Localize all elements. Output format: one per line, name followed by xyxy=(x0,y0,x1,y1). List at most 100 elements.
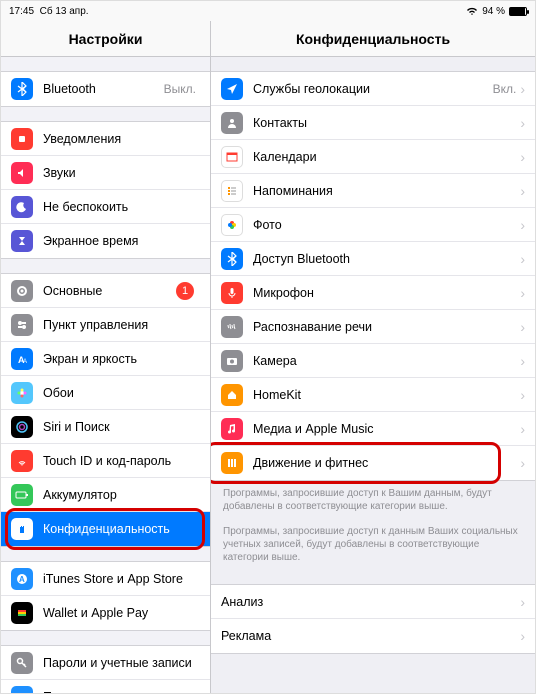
battery-icon xyxy=(11,484,33,506)
hand-icon xyxy=(11,518,33,540)
sidebar-item-battery[interactable]: Аккумулятор xyxy=(1,478,210,512)
wallet-icon xyxy=(11,602,33,624)
location-icon xyxy=(221,78,243,100)
row-label: iTunes Store и App Store xyxy=(43,572,200,586)
privacy-item-camera[interactable]: Камера › xyxy=(211,344,535,378)
bluetooth-icon xyxy=(11,78,33,100)
chevron-icon: › xyxy=(520,319,525,335)
row-label: Обои xyxy=(43,386,200,400)
row-label: Основные xyxy=(43,284,176,298)
chevron-icon: › xyxy=(520,115,525,131)
reminders-icon xyxy=(221,180,243,202)
row-label: Экран и яркость xyxy=(43,352,200,366)
bluetooth-icon xyxy=(221,248,243,270)
sidebar-item-general[interactable]: Основные 1 xyxy=(1,274,210,308)
privacy-item-homekit[interactable]: HomeKit › xyxy=(211,378,535,412)
row-label: Анализ xyxy=(221,595,520,609)
chevron-icon: › xyxy=(520,217,525,233)
battery-percent: 94 % xyxy=(482,6,505,17)
sidebar-item-siri[interactable]: Siri и Поиск xyxy=(1,410,210,444)
status-time: 17:45 xyxy=(9,6,34,17)
privacy-item-advertising[interactable]: Реклама › xyxy=(211,619,535,653)
row-label: Камера xyxy=(253,354,520,368)
camera-icon xyxy=(221,350,243,372)
sidebar-item-touchid[interactable]: Touch ID и код-пароль xyxy=(1,444,210,478)
row-label: Фото xyxy=(253,218,520,232)
chevron-icon: › xyxy=(520,387,525,403)
sidebar-item-dnd[interactable]: Не беспокоить xyxy=(1,190,210,224)
row-label: Пароли и учетные записи xyxy=(43,656,200,670)
sidebar-item-passwords[interactable]: Пароли и учетные записи xyxy=(1,646,210,680)
key-icon xyxy=(11,652,33,674)
home-icon xyxy=(221,384,243,406)
sidebar-item-screentime[interactable]: Экранное время xyxy=(1,224,210,258)
row-label: HomeKit xyxy=(253,388,520,402)
row-label: Микрофон xyxy=(253,286,520,300)
sidebar-item-notifications[interactable]: Уведомления xyxy=(1,122,210,156)
privacy-item-media[interactable]: Медиа и Apple Music › xyxy=(211,412,535,446)
chevron-icon: › xyxy=(520,81,525,97)
mail-icon xyxy=(11,686,33,694)
row-value: Вкл. xyxy=(493,82,517,96)
speech-icon xyxy=(221,316,243,338)
row-label: Аккумулятор xyxy=(43,488,200,502)
settings-sidebar[interactable]: Настройки Bluetooth Выкл. Уведомления Зв… xyxy=(1,21,211,693)
row-label: Экранное время xyxy=(43,234,200,248)
chevron-icon: › xyxy=(520,183,525,199)
privacy-item-analytics[interactable]: Анализ › xyxy=(211,585,535,619)
sidebar-item-display[interactable]: AA Экран и яркость xyxy=(1,342,210,376)
row-label: Доступ Bluetooth xyxy=(253,252,520,266)
photos-icon xyxy=(221,214,243,236)
row-label: Пункт управления xyxy=(43,318,200,332)
mic-icon xyxy=(221,282,243,304)
status-bar: 17:45 Сб 13 апр. 94 % xyxy=(1,1,535,21)
sidebar-item-wallpaper[interactable]: Обои xyxy=(1,376,210,410)
siri-icon xyxy=(11,416,33,438)
bell-icon xyxy=(11,128,33,150)
privacy-item-microphone[interactable]: Микрофон › xyxy=(211,276,535,310)
privacy-item-calendars[interactable]: Календари › xyxy=(211,140,535,174)
switches-icon xyxy=(11,314,33,336)
fingerprint-icon xyxy=(11,450,33,472)
sound-icon xyxy=(11,162,33,184)
chevron-icon: › xyxy=(520,353,525,369)
privacy-item-speech[interactable]: Распознавание речи › xyxy=(211,310,535,344)
gear-icon xyxy=(11,280,33,302)
sidebar-item-sounds[interactable]: Звуки xyxy=(1,156,210,190)
sidebar-item-mail[interactable]: Почта xyxy=(1,680,210,693)
text-icon: AA xyxy=(11,348,33,370)
row-label: Bluetooth xyxy=(43,82,164,96)
row-label: Контакты xyxy=(253,116,520,130)
privacy-item-motion-fitness[interactable]: Движение и фитнес › xyxy=(211,446,535,480)
status-date: Сб 13 апр. xyxy=(40,6,89,17)
chevron-icon: › xyxy=(520,455,525,471)
privacy-item-bluetooth[interactable]: Доступ Bluetooth › xyxy=(211,242,535,276)
privacy-item-photos[interactable]: Фото › xyxy=(211,208,535,242)
sidebar-item-control-center[interactable]: Пункт управления xyxy=(1,308,210,342)
privacy-item-location[interactable]: Службы геолокации Вкл. › xyxy=(211,72,535,106)
row-label: Календари xyxy=(253,150,520,164)
privacy-detail[interactable]: Конфиденциальность Службы геолокации Вкл… xyxy=(211,21,535,693)
privacy-item-contacts[interactable]: Контакты › xyxy=(211,106,535,140)
footnote: Программы, запросившие доступ к данным В… xyxy=(211,519,535,570)
sidebar-item-bluetooth[interactable]: Bluetooth Выкл. xyxy=(1,72,210,106)
sidebar-title: Настройки xyxy=(1,21,210,57)
appstore-icon: A xyxy=(11,568,33,590)
row-label: Уведомления xyxy=(43,132,200,146)
privacy-item-reminders[interactable]: Напоминания › xyxy=(211,174,535,208)
row-value: Выкл. xyxy=(164,82,196,96)
settings-screen: 17:45 Сб 13 апр. 94 % Настройки Bluetoot… xyxy=(0,0,536,694)
chevron-icon: › xyxy=(520,285,525,301)
detail-title: Конфиденциальность xyxy=(211,21,535,57)
row-label: Службы геолокации xyxy=(253,82,493,96)
row-label: Движение и фитнес xyxy=(253,456,520,470)
fitness-icon xyxy=(221,452,243,474)
row-label: Реклама xyxy=(221,629,520,643)
row-label: Напоминания xyxy=(253,184,520,198)
sidebar-item-itunes[interactable]: A iTunes Store и App Store xyxy=(1,562,210,596)
calendar-icon xyxy=(221,146,243,168)
row-label: Wallet и Apple Pay xyxy=(43,606,200,620)
sidebar-item-wallet[interactable]: Wallet и Apple Pay xyxy=(1,596,210,630)
flower-icon xyxy=(11,382,33,404)
sidebar-item-privacy[interactable]: Конфиденциальность xyxy=(1,512,210,546)
